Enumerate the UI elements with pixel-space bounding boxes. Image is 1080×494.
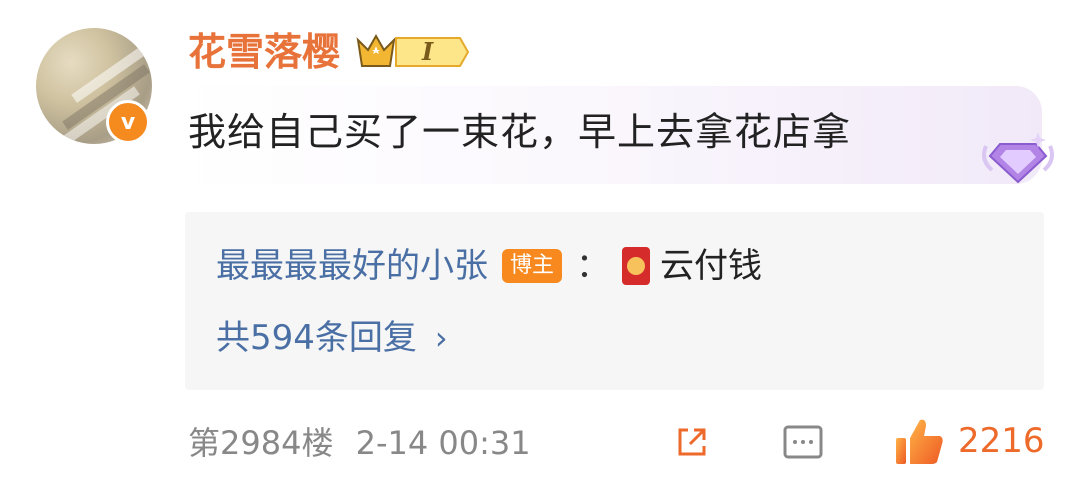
like-count: 2216 [958, 421, 1045, 461]
red-packet-icon [622, 247, 651, 285]
reply-colon: ： [576, 246, 611, 286]
comment-text: 我给自己买了一束花，早上去拿花店拿 [188, 110, 852, 154]
reply-text: 云付钱 [660, 246, 763, 286]
comment-time: 2-14 00:31 [355, 424, 531, 462]
verified-badge-icon: v [106, 100, 150, 144]
share-icon[interactable] [672, 422, 712, 462]
reply-username[interactable]: 最最最最好的小张 [216, 240, 488, 292]
view-replies-link[interactable]: 共594条回复 › [216, 312, 448, 364]
comment-meta: 第2984楼 2-14 00:31 [188, 418, 531, 468]
crown-icon: I [356, 33, 470, 67]
diamond-badge-icon [982, 132, 1054, 184]
comment-icon[interactable] [782, 422, 824, 464]
level-badge-text: I [421, 37, 434, 66]
thumbs-up-icon[interactable] [892, 414, 948, 470]
username[interactable]: 花雪落樱 [188, 24, 340, 80]
floor-number: 第2984楼 [188, 424, 334, 462]
chevron-right-icon: › [434, 319, 448, 357]
reply-line: 最最最最好的小张 博主 ： 云付钱 [216, 240, 762, 292]
author-tag: 博主 [502, 249, 563, 283]
reply-count-label: 共594条回复 [216, 318, 417, 358]
